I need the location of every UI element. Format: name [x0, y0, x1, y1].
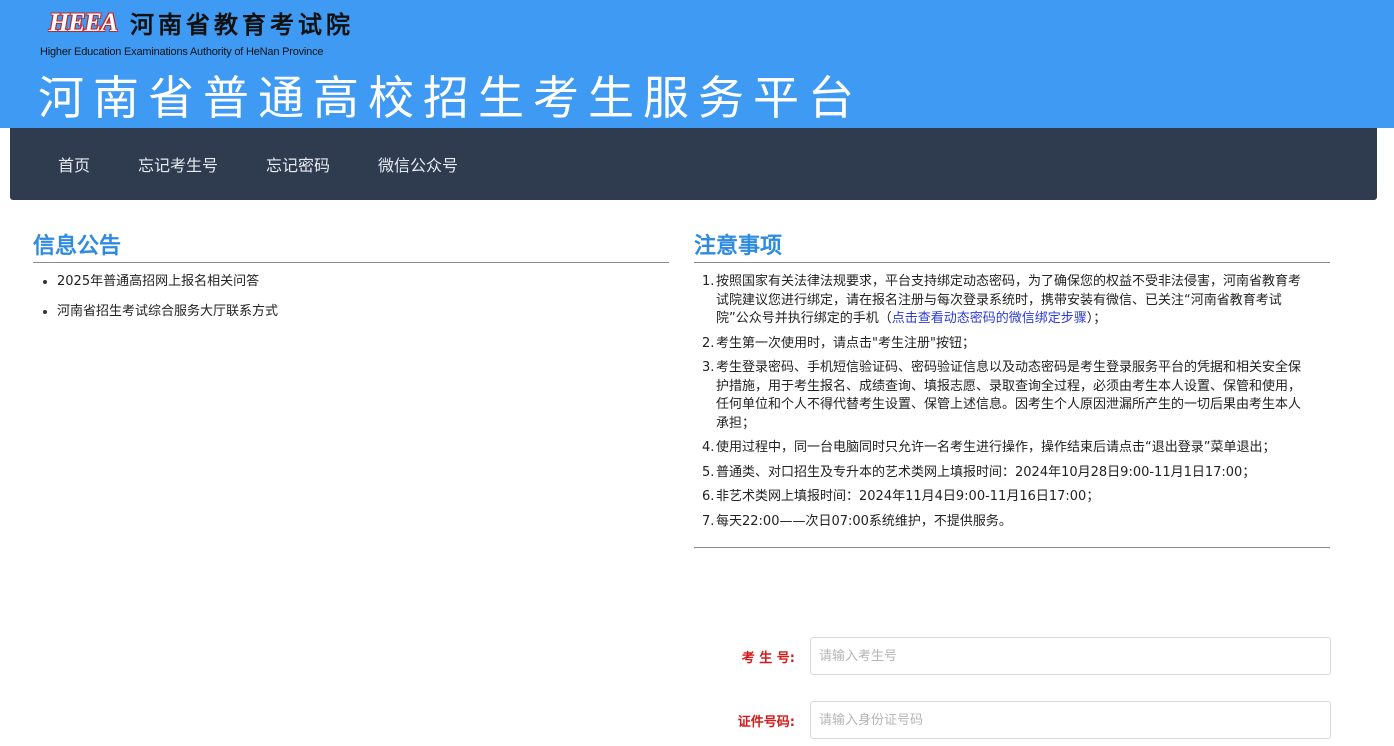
heea-logo: HEEA [48, 7, 118, 37]
notices-list: 1. 按照国家有关法律法规要求，平台支持绑定动态密码，为了确保您的权益不受非法侵害… [694, 273, 1330, 548]
notice-item: 6. 非艺术类网上填报时间：2024年11月4日9:00-11月16日17:00； [694, 488, 1330, 507]
notice-number: 1. [702, 274, 715, 289]
notice-text-tail: ）； [1086, 311, 1107, 326]
id-number-label: 证件号码: [737, 714, 795, 730]
candidate-number-row: 考 生 号: [694, 636, 1346, 676]
id-number-row: 证件号码: [694, 700, 1346, 740]
notice-item: 5. 普通类、对口招生及专升本的艺术类网上填报时间：2024年10月28日9:00… [694, 464, 1330, 483]
notice-number: 7. [702, 513, 715, 529]
notice-text: 使用过程中，同一台电脑同时只允许一名考生进行操作，操作结束后请点击“退出登录”菜… [716, 440, 1276, 455]
notice-number: 3. [702, 360, 715, 375]
nav-item-home[interactable]: 首页 [58, 152, 90, 176]
notice-number: 5. [702, 464, 715, 480]
announcements-title: 信息公告 [33, 228, 669, 263]
notice-item: 3. 考生登录密码、手机短信验证码、密码验证信息以及动态密码是考生登录服务平台的凭… [694, 359, 1330, 433]
nav-item-forgot-password[interactable]: 忘记密码 [266, 152, 330, 176]
notice-text: 考生登录密码、手机短信验证码、密码验证信息以及动态密码是考生登录服务平台的凭据和… [716, 360, 1302, 431]
wechat-binding-steps-link[interactable]: 点击查看动态密码的微信绑定步骤 [892, 311, 1087, 326]
nav-item-forgot-candidate-number[interactable]: 忘记考生号 [138, 152, 218, 176]
announcements-section: 信息公告 2025年普通高招网上报名相关问答 河南省招生考试综合服务大厅联系方式 [33, 228, 669, 333]
notice-item: 7. 每天22:00——次日07:00系统维护，不提供服务。 [694, 513, 1330, 532]
notice-number: 6. [702, 489, 715, 504]
platform-title: 河南省普通高校招生考生服务平台 [38, 71, 863, 125]
logo-row: HEEA 河南省教育考试院 [40, 5, 354, 40]
main-navbar: 首页 忘记考生号 忘记密码 微信公众号 [10, 128, 1377, 200]
candidate-number-input[interactable] [810, 637, 1331, 675]
notice-text: 非艺术类网上填报时间：2024年11月4日9:00-11月16日17:00； [716, 489, 1100, 504]
org-name-en: Higher Education Examinations Authority … [40, 46, 324, 58]
notice-text: 每天22:00——次日07:00系统维护，不提供服务。 [716, 513, 1012, 529]
notice-text: 普通类、对口招生及专升本的艺术类网上填报时间：2024年10月28日9:00-1… [716, 464, 1256, 480]
notice-item: 4. 使用过程中，同一台电脑同时只允许一名考生进行操作，操作结束后请点击“退出登录… [694, 439, 1330, 458]
announcement-item[interactable]: 2025年普通高招网上报名相关问答 [33, 273, 669, 291]
notice-text: 考生第一次使用时，请点击"考生注册"按钮； [716, 335, 975, 351]
candidate-number-label: 考 生 号: [741, 650, 795, 666]
notice-number: 2. [702, 335, 715, 351]
id-number-input[interactable] [810, 701, 1331, 739]
org-name-cn: 河南省教育考试院 [130, 10, 354, 39]
announcements-list: 2025年普通高招网上报名相关问答 河南省招生考试综合服务大厅联系方式 [33, 273, 669, 321]
notice-item: 1. 按照国家有关法律法规要求，平台支持绑定动态密码，为了确保您的权益不受非法侵害… [694, 273, 1330, 329]
header-banner: HEEA 河南省教育考试院 Higher Education Examinati… [0, 0, 1394, 128]
notices-title: 注意事项 [694, 228, 1330, 263]
notices-section: 注意事项 1. 按照国家有关法律法规要求，平台支持绑定动态密码，为了确保您的权益不… [694, 228, 1330, 548]
announcement-item[interactable]: 河南省招生考试综合服务大厅联系方式 [33, 303, 669, 321]
notice-number: 4. [702, 440, 715, 455]
nav-item-wechat-account[interactable]: 微信公众号 [378, 152, 458, 176]
notice-item: 2. 考生第一次使用时，请点击"考生注册"按钮； [694, 335, 1330, 354]
